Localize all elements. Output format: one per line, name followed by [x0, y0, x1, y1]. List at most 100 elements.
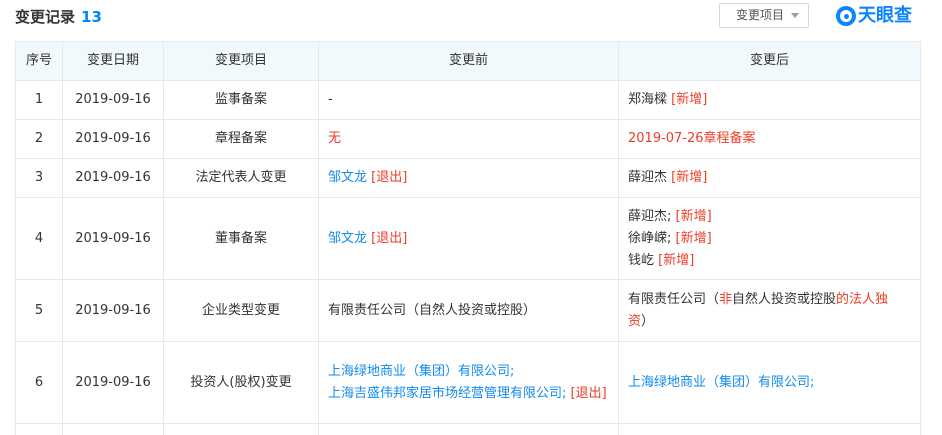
change-status-tag: [退出] — [566, 385, 607, 401]
change-status-tag: [新增] — [658, 252, 695, 268]
table-row: 5 2019-09-16 企业类型变更 有限责任公司（自然人投资或控股） 有限责任公司（… — [15, 279, 921, 342]
row-date-cell: 2019-09-16 — [62, 119, 164, 159]
highlighted-change-text: 2019-07-26章程备案 — [628, 131, 756, 146]
before-value-line: 无 — [328, 128, 609, 150]
caret-down-icon — [791, 13, 799, 18]
before-value-line: - — [328, 89, 609, 111]
brand-name: 天眼查 — [858, 5, 912, 26]
change-status-tag: [新增] — [675, 230, 712, 246]
before-value-line: 有限责任公司（自然人投资或控股） — [328, 300, 609, 322]
table-body: 1 2019-09-16 监事备案 - 郑海樑 [新增] 2 2019-09-16 章程备案无… — [15, 80, 921, 435]
row-index-cell: 1 — [15, 80, 63, 120]
entity-link[interactable]: 上海吉盛伟邦家居市场经营管理有限公司; — [328, 386, 566, 401]
after-value-line: 2019-07-26章程备案 — [628, 128, 911, 150]
value-text: 有限责任公司（自然人投资或控股） — [328, 302, 537, 318]
table-header: 序号 变更日期 变更项目 变更前 变更后 — [15, 41, 921, 81]
entity-link[interactable]: 上海绿地商业（集团）有限公司; — [328, 364, 514, 379]
value-text: 自然人投资或控股 — [732, 291, 837, 307]
before-value-line: 邹文龙 [退出] — [328, 167, 609, 189]
before-value-line: 上海吉盛伟邦家居市场经营管理有限公司; [退出] — [328, 383, 609, 405]
before-value-line: 上海绿地商业（集团）有限公司; — [328, 361, 609, 383]
entity-link[interactable]: 上海绿地商业（集团）有限公司; — [628, 375, 814, 390]
row-index-cell — [15, 423, 63, 435]
column-header-date: 变更日期 — [62, 41, 164, 81]
highlighted-change-text: 无 — [328, 131, 342, 146]
row-index-cell: 5 — [15, 279, 63, 342]
row-index-cell: 4 — [15, 197, 63, 280]
row-item-cell: 投资人(股权)变更 — [163, 341, 319, 424]
row-before-cell: 邹文龙 [退出] — [318, 158, 619, 198]
row-item-cell: 章程备案 — [163, 119, 319, 159]
row-date-cell: 2019-09-16 — [62, 80, 164, 120]
table-row: 1 2019-09-16 监事备案 - 郑海樑 [新增] — [15, 80, 921, 120]
change-status-tag: [新增] — [675, 208, 712, 224]
after-value-line: 钱屹 [新增] — [628, 250, 911, 272]
row-after-cell: 2019-07-26章程备案 — [618, 119, 921, 159]
after-value-line: 上海绿地商业（集团）有限公司; — [628, 372, 911, 394]
column-header-after: 变更后 — [618, 41, 921, 81]
row-after-cell: 郑海樑 [新增] — [618, 80, 921, 120]
section-title: 变更记录 13 — [15, 6, 102, 28]
row-after-cell: 薛迎杰 [新增] — [618, 158, 921, 198]
column-header-before: 变更前 — [318, 41, 619, 81]
row-before-cell: 上海绿地商业（集团）有限公司; 上海吉盛伟邦家居市场经营管理有限公司; [退出] — [318, 341, 619, 424]
row-date-cell: 2019-09-16 — [62, 158, 164, 198]
row-index-cell: 3 — [15, 158, 63, 198]
after-value-line: 薛迎杰; [新增] — [628, 206, 911, 228]
row-after-cell: 有限责任公司（非自然人投资或控股的法人独资） — [618, 279, 921, 342]
row-before-cell: - — [318, 80, 619, 120]
row-after-cell — [618, 423, 921, 435]
brand-logo: 天眼查 — [836, 4, 912, 28]
entity-link[interactable]: 邹文龙 — [328, 231, 367, 246]
row-date-cell: 2019-09-16 — [62, 197, 164, 280]
change-status-tag: [退出] — [367, 230, 408, 246]
row-before-cell: 有限责任公司（自然人投资或控股） — [318, 279, 619, 342]
row-index-cell: 2 — [15, 119, 63, 159]
after-value-line: 徐峥嵘; [新增] — [628, 228, 911, 250]
value-text: 徐峥嵘; — [628, 230, 676, 246]
value-text: 薛迎杰 — [628, 170, 672, 185]
change-status-tag: [新增] — [671, 170, 708, 185]
row-after-cell: 薛迎杰; [新增] 徐峥嵘; [新增] 钱屹 [新增] — [618, 197, 921, 280]
section-title-text: 变更记录 — [15, 8, 76, 26]
row-before-cell: 无 — [318, 119, 619, 159]
row-item-cell: 法定代表人变更 — [163, 158, 319, 198]
row-before-cell: 邹文龙 [退出] — [318, 197, 619, 280]
value-text: ） — [641, 313, 655, 329]
record-count: 13 — [81, 8, 102, 26]
row-date-cell: 2019-09-16 — [62, 279, 164, 342]
row-date-cell — [62, 423, 164, 435]
highlighted-change-text: 非 — [719, 291, 733, 307]
value-text: - — [328, 92, 333, 107]
after-value-line: 薛迎杰 [新增] — [628, 167, 911, 189]
table-row: 3 2019-09-16 法定代表人变更 邹文龙 [退出] 薛迎杰 [新增] — [15, 158, 921, 198]
column-header-item: 变更项目 — [163, 41, 319, 81]
after-value-line: 郑海樑 [新增] — [628, 89, 911, 111]
row-item-cell: 董事备案 — [163, 197, 319, 280]
change-item-filter-dropdown[interactable]: 变更项目 — [719, 3, 809, 28]
before-value-line: 邹文龙 [退出] — [328, 228, 609, 250]
change-status-tag: [新增] — [671, 92, 708, 107]
section-header: 变更记录 13 变更项目 天眼查 — [0, 0, 942, 40]
row-date-cell: 2019-09-16 — [62, 341, 164, 424]
entity-link[interactable]: 邹文龙 — [328, 170, 367, 185]
value-text: 钱屹 — [628, 252, 659, 268]
after-value-line: 有限责任公司（非自然人投资或控股的法人独资） — [628, 289, 911, 333]
eye-logo-icon — [836, 6, 856, 26]
row-item-cell: 监事备案 — [163, 80, 319, 120]
table-row: 4 2019-09-16 董事备案 邹文龙 [退出] 薛迎杰; [新增] 徐峥嵘; [新增… — [15, 197, 921, 280]
column-header-index: 序号 — [15, 41, 63, 81]
value-text: 郑海樑 — [628, 92, 672, 107]
change-records-table: 序号 变更日期 变更项目 变更前 变更后 1 2019-09-16 监事备案 - 郑海樑… — [15, 41, 921, 435]
change-status-tag: [退出] — [367, 170, 408, 185]
row-item-cell — [163, 423, 319, 435]
table-header-row: 序号 变更日期 变更项目 变更前 变更后 — [15, 41, 921, 81]
table-row: 6 2019-09-16 投资人(股权)变更 上海绿地商业（集团）有限公司; 上海吉盛伟… — [15, 341, 921, 424]
table-row — [15, 423, 921, 435]
row-before-cell — [318, 423, 619, 435]
table-row: 2 2019-09-16 章程备案无 2019-07-26章程备案 — [15, 119, 921, 159]
value-text: 有限责任公司（ — [628, 291, 720, 307]
value-text: 薛迎杰; — [628, 208, 676, 224]
row-after-cell: 上海绿地商业（集团）有限公司; — [618, 341, 921, 424]
row-index-cell: 6 — [15, 341, 63, 424]
